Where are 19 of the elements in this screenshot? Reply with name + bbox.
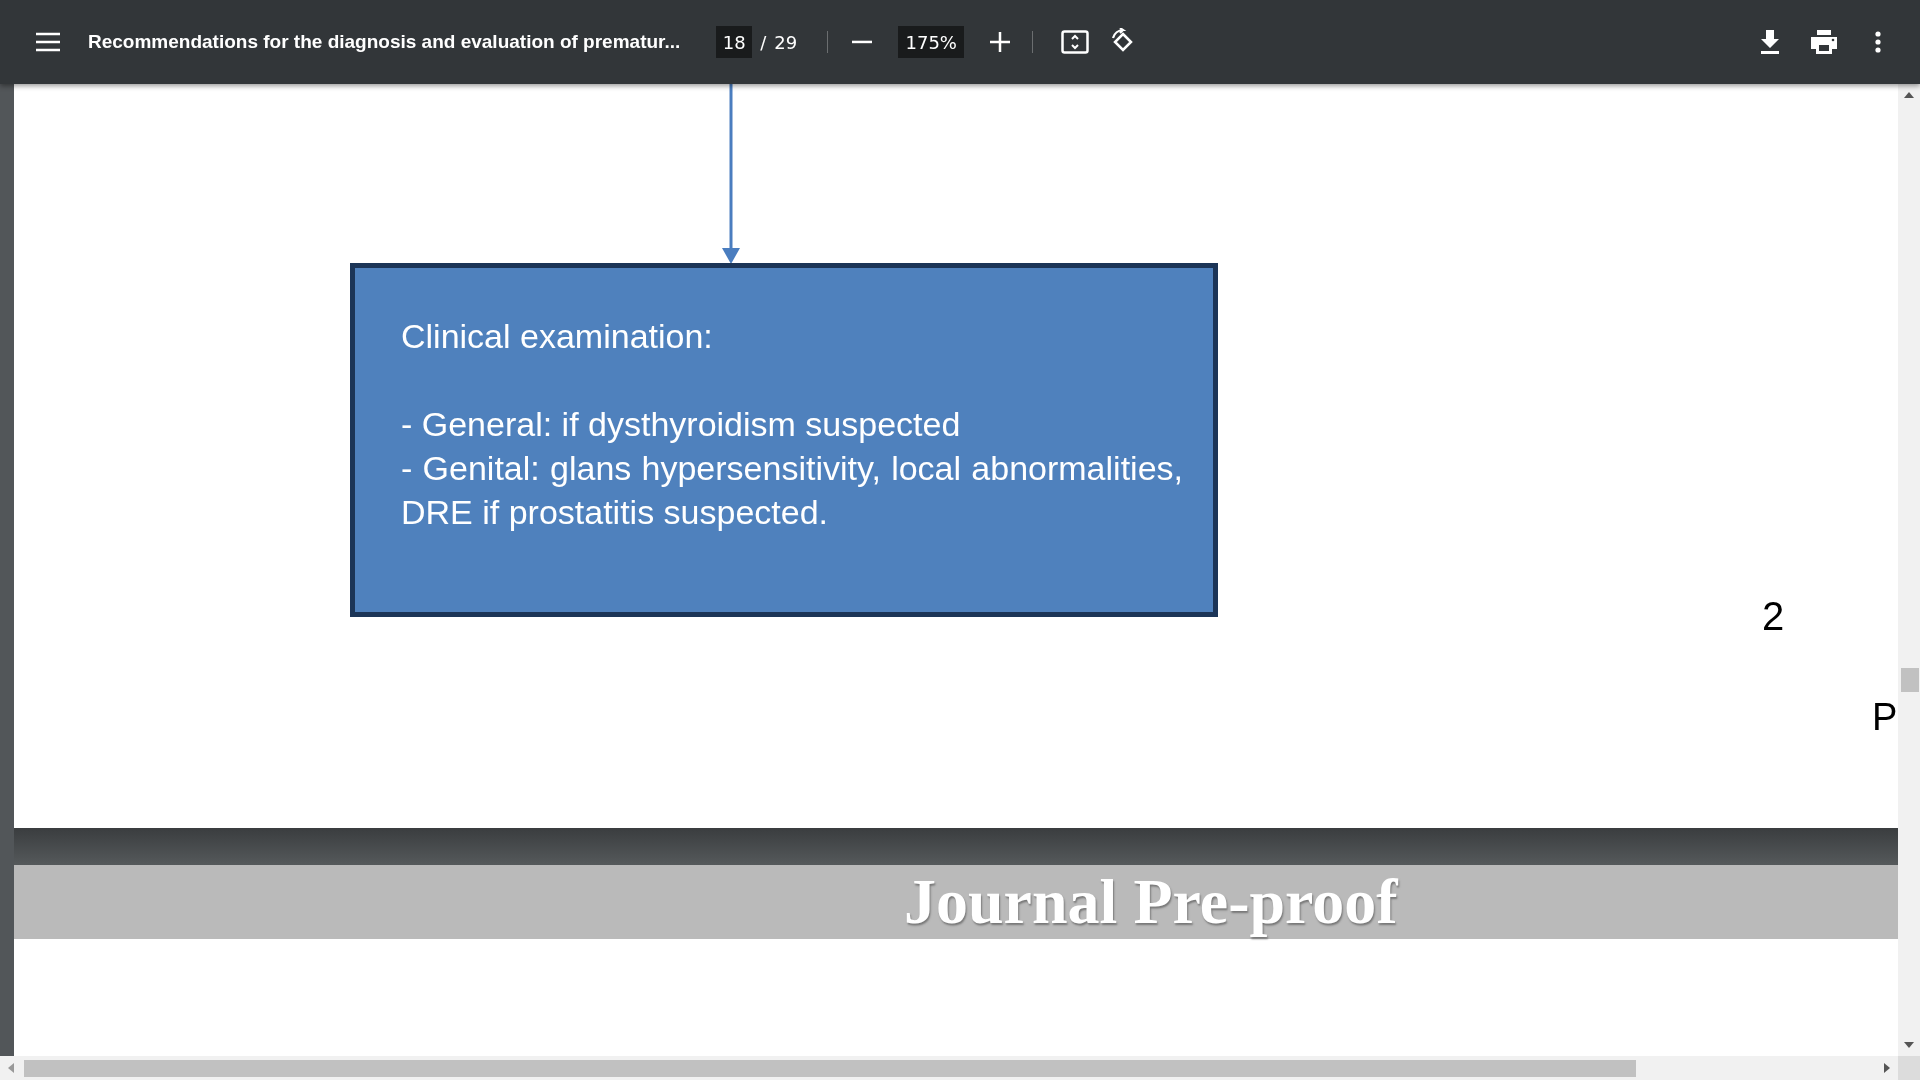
banner-text: Journal Pre-proof: [904, 865, 1398, 939]
cut-off-text: P: [1872, 696, 1898, 739]
box-text: - Genital: glans hypersensitivity, local abnormalities, DRE if prostatitis suspected.: [401, 448, 1183, 533]
scroll-right-icon[interactable]: [1884, 1063, 1890, 1073]
scrollbar-corner: [1898, 1056, 1920, 1080]
page-count: 29: [774, 31, 798, 53]
horizontal-scrollbar[interactable]: [0, 1056, 1898, 1080]
scroll-up-icon[interactable]: [1904, 92, 1914, 98]
scrollbar-thumb[interactable]: [1901, 668, 1919, 692]
scrollbar-thumb[interactable]: [24, 1060, 1636, 1077]
box-text: - General: if dysthyroidism suspected: [401, 404, 962, 445]
page-separator: /: [760, 31, 767, 53]
vertical-scrollbar[interactable]: [1898, 84, 1920, 1056]
page-mark: 2: [1762, 594, 1785, 639]
scroll-down-icon[interactable]: [1904, 1042, 1914, 1048]
zoom-field[interactable]: 175%: [898, 26, 965, 58]
document-title: Recommendations for the diagnosis and evaluation of prematur...: [88, 31, 681, 53]
box-heading: Clinical examination:: [401, 316, 714, 357]
page-number-field[interactable]: 18: [716, 26, 753, 58]
